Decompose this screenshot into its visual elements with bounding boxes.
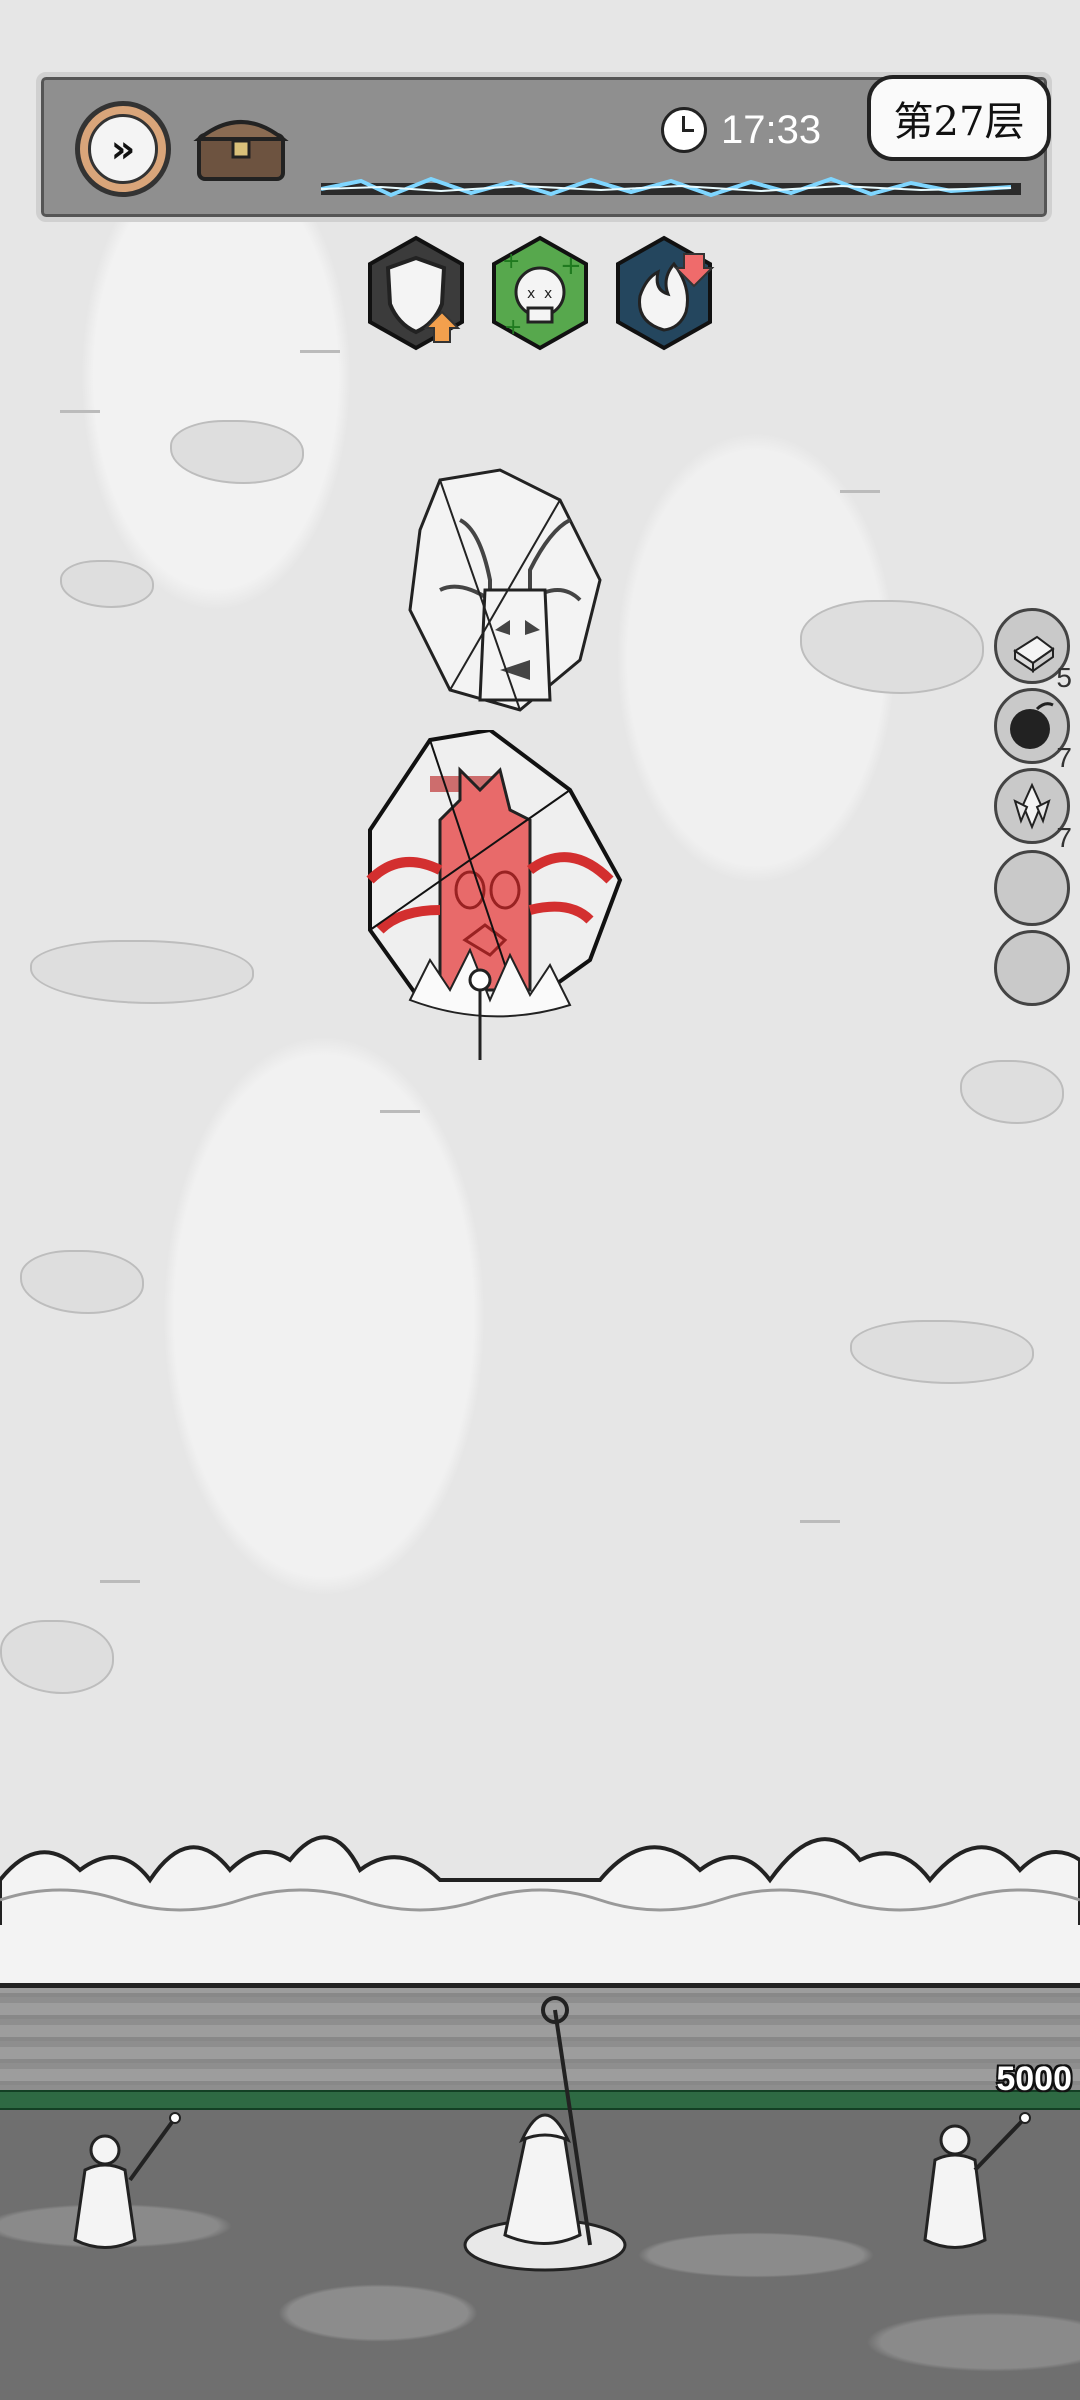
mist-waves xyxy=(0,1835,1080,1930)
mage-unit-right[interactable] xyxy=(900,2100,1050,2270)
red-tree-enemy[interactable] xyxy=(340,730,630,1070)
svg-text:+: + xyxy=(502,249,520,274)
svg-text:x: x xyxy=(527,286,535,302)
rock xyxy=(960,1060,1064,1124)
rock xyxy=(30,940,254,1004)
lightning-progress-bar xyxy=(321,176,1021,198)
rock xyxy=(0,1620,114,1694)
frozen-tree-enemy[interactable] xyxy=(380,460,640,730)
buff-fire-down[interactable] xyxy=(612,234,716,352)
crystal-count: 7 xyxy=(1056,822,1072,853)
speed-up-button[interactable]: » xyxy=(75,101,171,197)
rock xyxy=(800,600,984,694)
clock-icon xyxy=(661,107,707,153)
side-item-empty-1[interactable] xyxy=(994,850,1070,926)
svg-text:+: + xyxy=(504,315,522,340)
grass-tuft xyxy=(60,390,100,413)
ice-count: 5 xyxy=(1056,662,1072,693)
wall-cap xyxy=(0,1925,1080,1988)
grass-tuft xyxy=(300,330,340,353)
svg-text:x: x xyxy=(544,286,552,302)
buff-shield-up[interactable] xyxy=(364,234,468,352)
treasure-chest-button[interactable] xyxy=(193,105,289,185)
grass-tuft xyxy=(800,1500,840,1523)
timer-text: 17:33 xyxy=(721,107,822,152)
top-hud: » 17:33 第27层 xyxy=(36,72,1052,222)
rock xyxy=(170,420,304,484)
skull-heal-icon: x x + + + xyxy=(492,235,588,351)
archmage-unit-center[interactable] xyxy=(460,1990,630,2280)
side-item-empty-2[interactable] xyxy=(994,930,1070,1006)
svg-text:+: + xyxy=(560,251,582,281)
buff-skull-heal[interactable]: x x + + + xyxy=(488,234,592,352)
grass-tuft xyxy=(100,1560,140,1583)
fast-forward-icon: » xyxy=(88,114,158,184)
chest-icon xyxy=(193,120,289,181)
mage-unit-left[interactable] xyxy=(40,2110,190,2270)
level-text: 第27层 xyxy=(893,99,1025,145)
rock xyxy=(850,1320,1034,1384)
fire-down-icon xyxy=(616,235,715,351)
shield-up-icon xyxy=(368,235,464,351)
base-hp-value: 5000 xyxy=(996,2060,1072,2098)
rock xyxy=(60,560,154,608)
level-badge: 第27层 xyxy=(867,75,1051,161)
rock xyxy=(20,1250,144,1314)
grass-tuft xyxy=(840,470,880,493)
bomb-count: 7 xyxy=(1056,742,1072,773)
timer: 17:33 xyxy=(661,107,821,153)
grass-tuft xyxy=(380,1090,420,1113)
